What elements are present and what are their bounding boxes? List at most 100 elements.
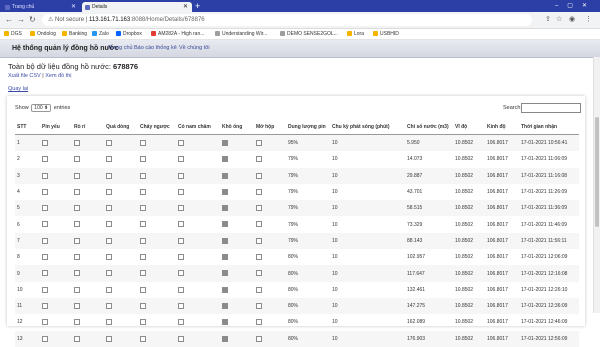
url-input[interactable]: ⚠ Not secure | 113.161.71.163:8088/Home/… bbox=[42, 14, 532, 26]
cell-chay-nguoc bbox=[138, 216, 176, 232]
checkbox-unchecked bbox=[140, 156, 146, 163]
cell-ro-ri bbox=[72, 200, 104, 217]
cell-ro-ri bbox=[72, 216, 104, 232]
bookmark-item[interactable]: AM282A - High ran... bbox=[151, 29, 204, 39]
cell-pin-yeu bbox=[40, 232, 72, 250]
menu-kebab-icon[interactable]: ⋮ bbox=[585, 14, 592, 26]
checkbox-unchecked bbox=[140, 254, 146, 261]
cell-mo-hop bbox=[254, 330, 286, 347]
scrollbar-thumb[interactable] bbox=[595, 117, 599, 227]
column-header[interactable]: Có nam châm bbox=[176, 120, 220, 135]
cell-pin-yeu bbox=[40, 314, 72, 330]
column-header[interactable]: Chỉ số nước (m3) bbox=[405, 120, 453, 135]
bookmark-item[interactable]: Lora bbox=[347, 29, 364, 39]
forward-arrow-icon[interactable]: → bbox=[17, 14, 25, 26]
cell-thoi-gian: 17-01-2021 12:06:09 bbox=[521, 254, 568, 261]
tab-details[interactable]: Details ✕ bbox=[82, 2, 192, 12]
security-warning-icon[interactable]: ⚠ bbox=[48, 17, 55, 23]
bookmark-item[interactable]: DEMO SENSE2GOL... bbox=[280, 29, 338, 39]
checkbox-unchecked bbox=[74, 270, 80, 277]
table-header-row: STT Pin yếu Rò rỉ Quá dòng Chảy ngược Có… bbox=[15, 120, 579, 135]
column-header[interactable]: Vĩ độ bbox=[453, 120, 485, 135]
cell-kinh-do: 106.8017 bbox=[487, 156, 508, 163]
cell-vi-do: 10.8502 bbox=[453, 134, 485, 152]
security-status: Not secure bbox=[55, 17, 85, 23]
page-scrollbar[interactable] bbox=[593, 57, 600, 313]
column-header[interactable]: Pin yếu bbox=[40, 120, 72, 135]
cell-chu-ky: 10 bbox=[332, 189, 338, 196]
checkbox-unchecked bbox=[178, 319, 184, 326]
site-brand[interactable]: Hệ thống quản lý đồng hồ nước bbox=[12, 40, 118, 57]
cell-thoi-gian: 17-01-2021 11:36:09 bbox=[519, 200, 579, 217]
checkbox-unchecked bbox=[256, 188, 262, 195]
cell-mo-hop bbox=[254, 249, 286, 265]
cell-ro-ri bbox=[72, 167, 104, 184]
search-input[interactable] bbox=[521, 103, 581, 113]
bookmark-item[interactable]: Ondolog bbox=[30, 29, 56, 39]
checkbox-unchecked bbox=[42, 286, 48, 293]
bookmark-item[interactable]: Dropbox bbox=[116, 29, 142, 39]
checkbox-unchecked bbox=[140, 335, 146, 342]
checkbox-unchecked bbox=[74, 254, 80, 261]
column-header[interactable]: Khô ống bbox=[220, 120, 254, 135]
page-icon bbox=[215, 31, 220, 36]
bookmark-item[interactable]: Zalo bbox=[92, 29, 109, 39]
column-header[interactable]: STT bbox=[15, 120, 40, 135]
column-header[interactable]: Chảy ngược bbox=[138, 120, 176, 135]
checkbox-unchecked bbox=[256, 270, 262, 277]
cell-kinh-do: 106.8017 bbox=[485, 200, 519, 217]
bookmark-item[interactable]: Banking bbox=[62, 29, 87, 39]
cell-chu-ky: 10 bbox=[330, 265, 405, 282]
column-header[interactable]: Chu kỳ phát sóng (phút) bbox=[330, 120, 405, 135]
close-tab-icon[interactable]: ✕ bbox=[71, 2, 76, 12]
cell-chay-nguoc bbox=[138, 265, 176, 282]
cell-pin-yeu bbox=[40, 184, 72, 200]
back-link[interactable]: Quay lại bbox=[8, 86, 28, 92]
checkbox-unchecked bbox=[256, 254, 262, 261]
cell-vi-do: 10.8502 bbox=[455, 221, 474, 228]
cell-stt: 3 bbox=[15, 167, 40, 184]
url-host: 113.161.71.163 bbox=[88, 17, 131, 23]
cell-kho-ong bbox=[220, 167, 254, 184]
column-header[interactable]: Kinh độ bbox=[485, 120, 519, 135]
bookmark-item[interactable]: USBHID bbox=[373, 29, 399, 39]
column-header[interactable]: Mở hộp bbox=[254, 120, 286, 135]
tab-trang-chu[interactable]: Trang chủ ✕ bbox=[2, 2, 80, 12]
column-header[interactable]: Thời gian nhận bbox=[519, 120, 579, 135]
nav-reports-link[interactable]: Báo cáo thống kê bbox=[134, 40, 177, 57]
cell-stt: 1 bbox=[15, 134, 40, 152]
nav-about-link[interactable]: Về chúng tôi bbox=[179, 40, 210, 57]
close-tab-icon[interactable]: ✕ bbox=[183, 2, 188, 12]
cell-qua-dong bbox=[104, 297, 138, 315]
nav-home-link[interactable]: Trang chủ bbox=[108, 40, 133, 57]
cell-stt: 5 bbox=[15, 200, 40, 217]
back-arrow-icon[interactable]: ← bbox=[5, 14, 13, 26]
table-row: 13 80% 10 176.903 10.8502 106.8017 17-01-2021 … bbox=[15, 330, 579, 347]
cell-mo-hop bbox=[254, 232, 286, 250]
cell-vi-do: 10.8502 bbox=[453, 297, 485, 315]
cell-qua-dong bbox=[104, 200, 138, 217]
cell-kinh-do: 106.8017 bbox=[485, 297, 519, 315]
checkbox-unchecked bbox=[140, 286, 146, 293]
reload-icon[interactable]: ↻ bbox=[29, 14, 36, 26]
cell-qua-dong bbox=[104, 249, 138, 265]
view-chart-link[interactable]: Xem đồ thị bbox=[45, 73, 71, 79]
bookmark-item[interactable]: Understanding Wir... bbox=[215, 29, 267, 39]
new-tab-button[interactable]: + bbox=[195, 1, 200, 11]
checkbox-unchecked bbox=[140, 188, 146, 195]
cell-thoi-gian: 17-01-2021 11:06:09 bbox=[521, 156, 568, 163]
entries-select[interactable]: 100 ⬍ bbox=[31, 104, 52, 112]
column-header[interactable]: Dung lượng pin bbox=[286, 120, 330, 135]
column-header[interactable]: Rò rỉ bbox=[72, 120, 104, 135]
share-icon[interactable]: ⇪ bbox=[545, 14, 551, 26]
export-csv-link[interactable]: Xuất file CSV bbox=[8, 73, 41, 79]
column-header[interactable]: Quá dòng bbox=[104, 120, 138, 135]
bookmark-item[interactable]: DGS bbox=[4, 29, 22, 39]
page-actions: Xuất file CSV | Xem đồ thị bbox=[8, 73, 72, 79]
table-row: 10 80% 10 132.461 10.8502 106.8017 17-01-2021 … bbox=[15, 282, 579, 298]
profile-avatar-icon[interactable]: ◉ bbox=[569, 14, 575, 26]
checkbox-unchecked bbox=[106, 237, 112, 244]
cell-vi-do: 10.8502 bbox=[455, 156, 474, 163]
bookmark-star-icon[interactable]: ☆ bbox=[556, 14, 562, 26]
window-controls[interactable]: –▢✕ bbox=[555, 0, 596, 12]
